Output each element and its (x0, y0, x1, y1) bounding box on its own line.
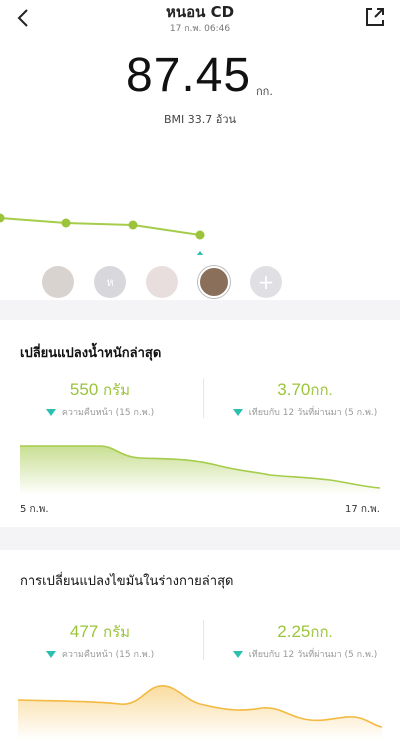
decrease-icon (232, 409, 243, 416)
weight-summary-section: หนอน CD 17 ก.พ. 06:46 87.45 กก. BMI 33.7… (0, 0, 400, 300)
decrease-icon (45, 409, 56, 416)
measurement-datetime: 17 ก.พ. 06:46 (169, 24, 231, 34)
record-photo[interactable]: ห (94, 266, 126, 298)
add-photo-button[interactable]: + (250, 266, 282, 298)
weight-change-chart (20, 445, 381, 495)
fat-change-card: การเปลี่ยนแปลงไขมันในร่างกายล่าสุด 477 ก… (0, 550, 400, 740)
weight-change-card: เปลี่ยนแปลงน้ำหนักล่าสุด 550 กรัม ความคื… (0, 320, 400, 527)
card-title: เปลี่ยนแปลงน้ำหนักล่าสุด (20, 346, 162, 361)
comparison-stat: 2.25กก. เทียบกับ 12 วันที่ผ่านมา (5 ก.พ.… (220, 620, 390, 661)
trend-point (0, 213, 5, 223)
bmi-text: BMI 33.7 อ้วน (163, 113, 237, 126)
record-photo[interactable] (146, 266, 178, 298)
record-photo[interactable] (42, 266, 74, 298)
progress-stat: 477 กรัม ความคืบหน้า (15 ก.พ.) (30, 620, 170, 661)
decrease-icon (232, 651, 243, 658)
share-icon[interactable] (362, 4, 388, 30)
fat-change-chart (17, 685, 383, 740)
weight-value: 87.45 (126, 49, 252, 102)
trend-point (128, 220, 138, 230)
card-title: การเปลี่ยนแปลงไขมันในร่างกายล่าสุด (20, 574, 234, 589)
decrease-icon (45, 651, 56, 658)
chart-start-date: 5 ก.พ. (20, 504, 49, 515)
weight-trend-mini-chart (0, 213, 205, 255)
trend-line (0, 217, 201, 236)
trend-point (61, 218, 71, 228)
selected-indicator-icon (196, 251, 204, 255)
record-photo-selected[interactable] (198, 266, 230, 298)
comparison-stat: 3.70กก. เทียบกับ 12 วันที่ผ่านมา (5 ก.พ.… (220, 378, 390, 419)
progress-stat: 550 กรัม ความคืบหน้า (15 ก.พ.) (30, 378, 170, 419)
weight-unit: กก. (256, 85, 273, 98)
chart-end-date: 17 ก.พ. (345, 504, 380, 515)
record-photos: ห + (42, 266, 282, 298)
trend-point (195, 230, 205, 240)
